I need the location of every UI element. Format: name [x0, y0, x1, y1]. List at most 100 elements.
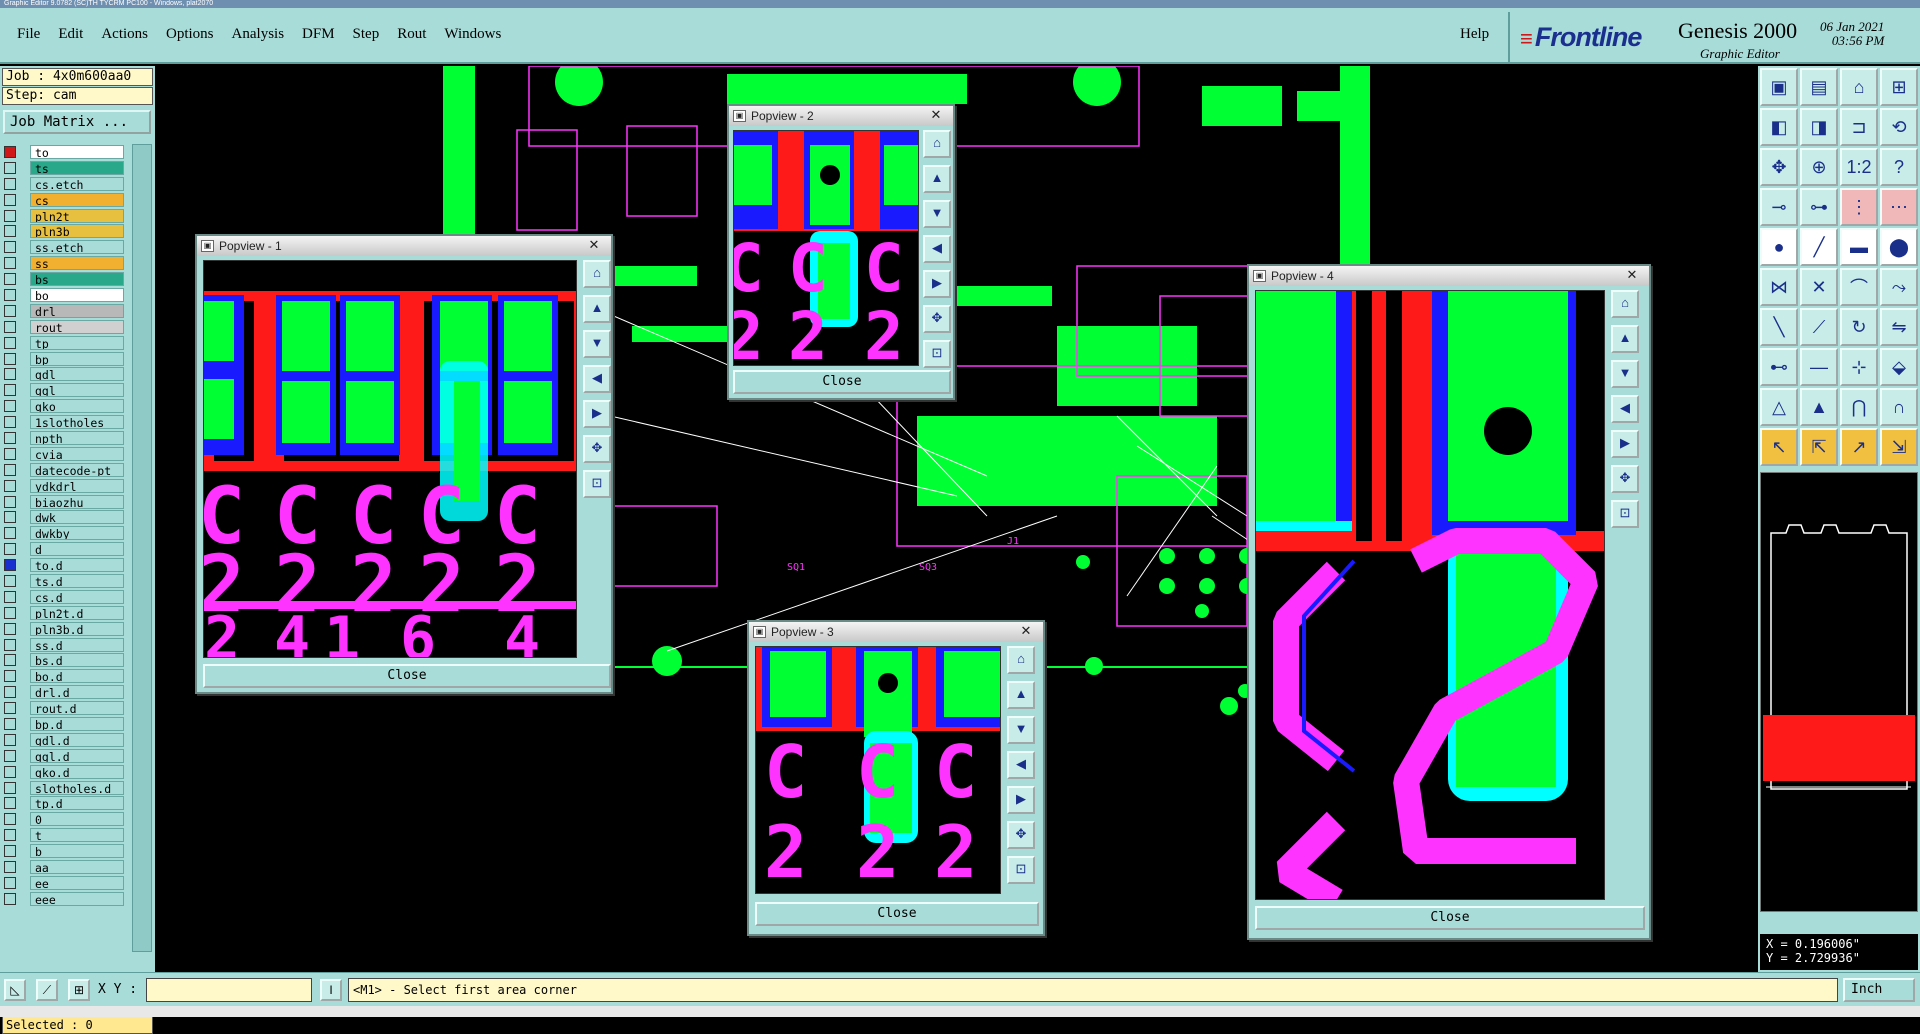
layer-name[interactable]: slotholes.d	[30, 780, 124, 795]
layer-checkbox[interactable]	[4, 416, 16, 429]
zoom-home-icon[interactable]: ⌂	[1007, 646, 1035, 674]
layer-name[interactable]: cs.d	[30, 589, 124, 604]
overview-map[interactable]	[1760, 472, 1918, 912]
layer-row[interactable]: tp.d	[4, 796, 124, 812]
popview-2-view[interactable]: CCC 222	[733, 130, 919, 366]
layer-name[interactable]: pln2t	[30, 208, 124, 223]
layer-row[interactable]: ggl.d	[4, 748, 124, 764]
layer-row[interactable]: npth	[4, 430, 124, 446]
menu-dfm[interactable]: DFM	[293, 26, 344, 43]
layer-name[interactable]: ee	[30, 875, 124, 890]
slope-icon[interactable]: ⟋	[1800, 308, 1838, 346]
layer-row[interactable]: pln2t.d	[4, 605, 124, 621]
popview-1-view[interactable]: CCCCC 22222 24164	[203, 260, 577, 658]
layer-checkbox[interactable]	[4, 177, 16, 190]
popview-1-titlebar[interactable]: ▣ Popview - 1	[197, 236, 611, 256]
layer-row[interactable]: bp	[4, 351, 124, 367]
layer-row[interactable]: ydkdrl	[4, 478, 124, 494]
zoom-out-icon[interactable]: ▼	[1611, 360, 1639, 388]
layer-row[interactable]: 1slotholes	[4, 414, 124, 430]
layer-checkbox[interactable]	[4, 702, 16, 715]
mirror-icon[interactable]: ⇋	[1880, 308, 1918, 346]
layer-row[interactable]: cs.etch	[4, 176, 124, 192]
select-area-icon[interactable]: ⇱	[1800, 428, 1838, 466]
cross-icon[interactable]: ✕	[1800, 268, 1838, 306]
layer-checkbox[interactable]	[4, 606, 16, 619]
zoom-fit-icon[interactable]: ✥	[1611, 465, 1639, 493]
grid-icon[interactable]: ⊞	[1880, 68, 1918, 106]
layer-checkbox[interactable]	[4, 273, 16, 286]
zoom-out-icon[interactable]: ▼	[923, 200, 951, 228]
popview-4-close-icon[interactable]: ✕	[1619, 268, 1645, 284]
zoom-in-icon[interactable]: ▲	[1611, 325, 1639, 353]
layer-name[interactable]: eee	[30, 891, 124, 906]
layer-row[interactable]: bo	[4, 287, 124, 303]
layer-name[interactable]: to	[30, 144, 124, 159]
pan-right-icon[interactable]: ▶	[923, 270, 951, 298]
layer-name[interactable]: tp	[30, 335, 124, 350]
arc-icon[interactable]: ⌒	[1840, 268, 1878, 306]
popview-4-close-button[interactable]: Close	[1255, 906, 1645, 930]
layer-checkbox[interactable]	[4, 718, 16, 730]
layer-name[interactable]: drl	[30, 303, 124, 318]
layer-checkbox[interactable]	[4, 336, 16, 349]
next-view-icon[interactable]: ◨	[1800, 108, 1838, 146]
layer-name[interactable]: ydkdrl	[30, 478, 124, 493]
layer-checkbox[interactable]	[4, 559, 16, 572]
popview-3-titlebar[interactable]: ▣ Popview - 3	[749, 622, 1043, 642]
pan-left-icon[interactable]: ◀	[1611, 395, 1639, 423]
layer-name[interactable]: tp.d	[30, 796, 124, 811]
layer-row[interactable]: rout	[4, 319, 124, 335]
open-icon[interactable]: ▣	[1760, 68, 1798, 106]
popview-1-close-icon[interactable]: ✕	[581, 238, 607, 254]
layer-name[interactable]: pln3b	[30, 224, 124, 239]
popview-2-close-icon[interactable]: ✕	[923, 108, 949, 124]
layer-name[interactable]: npth	[30, 430, 124, 445]
layer-checkbox[interactable]	[4, 543, 16, 556]
route-icon[interactable]: ⤳	[1880, 268, 1918, 306]
pan-left-icon[interactable]: ◀	[583, 365, 611, 393]
menu-step[interactable]: Step	[344, 26, 389, 43]
help-icon[interactable]: ?	[1880, 148, 1918, 186]
layer-name[interactable]: pln3b.d	[30, 621, 124, 636]
layer-name[interactable]: biaozhu	[30, 494, 124, 509]
layer-checkbox[interactable]	[4, 797, 16, 810]
edit-line-icon[interactable]: ╲	[1760, 308, 1798, 346]
layer-name[interactable]: dwkby	[30, 526, 124, 541]
triangle2-icon[interactable]: ▲	[1800, 388, 1838, 426]
layer-checkbox[interactable]	[4, 638, 16, 651]
popview-2-close-button[interactable]: Close	[733, 370, 951, 394]
layer-row[interactable]: ee	[4, 875, 124, 891]
zoom-fit-icon[interactable]: ✥	[923, 305, 951, 333]
menu-windows[interactable]: Windows	[435, 26, 510, 43]
layer-checkbox[interactable]	[4, 654, 16, 667]
layer-row[interactable]: rout.d	[4, 700, 124, 716]
layer-row[interactable]: bs	[4, 271, 124, 287]
zoom-in-icon[interactable]: ▲	[1007, 681, 1035, 709]
menu-edit[interactable]: Edit	[49, 26, 92, 43]
resize-icon[interactable]: ⊹	[1840, 348, 1878, 386]
layer-row[interactable]: ss	[4, 255, 124, 271]
layer-checkbox[interactable]	[4, 622, 16, 635]
layer-row[interactable]: tp	[4, 335, 124, 351]
zoom-area-icon[interactable]: ⊡	[583, 470, 611, 498]
cursor-mode-icon[interactable]: ◺	[4, 979, 26, 1001]
layer-checkbox[interactable]	[4, 384, 16, 397]
popview-3-view[interactable]: CCC 222	[755, 646, 1001, 894]
arch-icon[interactable]: ⋂	[1840, 388, 1878, 426]
layer-name[interactable]: rout.d	[30, 701, 124, 716]
zoom-out-icon[interactable]: ▼	[583, 330, 611, 358]
layer-row[interactable]: cs	[4, 192, 124, 208]
zoom-area-icon[interactable]: ⊡	[923, 340, 951, 368]
zoom-in-icon[interactable]: ✥	[1760, 148, 1798, 186]
layer-checkbox[interactable]	[4, 352, 16, 365]
layer-name[interactable]: t	[30, 828, 124, 843]
layer-row[interactable]: 0	[4, 811, 124, 827]
circle-icon[interactable]: ⬤	[1880, 228, 1918, 266]
layer-name[interactable]: bs	[30, 272, 124, 287]
layer-name[interactable]: cvia	[30, 446, 124, 461]
layer-checkbox[interactable]	[4, 765, 16, 778]
layer-row[interactable]: ss.etch	[4, 239, 124, 255]
menu-actions[interactable]: Actions	[92, 26, 157, 43]
layer-checkbox[interactable]	[4, 479, 16, 492]
